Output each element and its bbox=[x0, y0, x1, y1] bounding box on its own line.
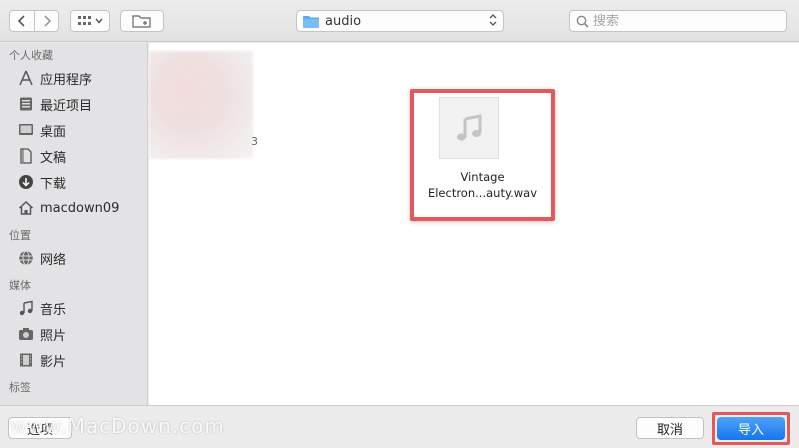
sidebar-item-label: macdown09 bbox=[40, 200, 120, 216]
view-options-button[interactable] bbox=[70, 10, 110, 32]
sidebar-item-desktop[interactable]: 桌面 bbox=[0, 117, 147, 143]
photos-icon bbox=[17, 325, 35, 343]
folder-icon bbox=[303, 15, 319, 28]
network-icon bbox=[17, 249, 35, 267]
blurred-file-label: 3 bbox=[251, 135, 258, 148]
location-popup[interactable]: audio bbox=[296, 10, 504, 32]
sidebar-section-tags: 标签 bbox=[9, 381, 31, 394]
grid-view-icon bbox=[77, 16, 91, 25]
search-input[interactable] bbox=[593, 13, 773, 29]
sidebar-item-label: 网络 bbox=[40, 252, 67, 268]
search-icon bbox=[576, 15, 589, 28]
sidebar: 个人收藏 应用程序 最近项目 桌面 文稿 下载 macdown09 位置 网络 … bbox=[0, 43, 148, 405]
sidebar-item-documents[interactable]: 文稿 bbox=[0, 143, 147, 169]
selected-file-item[interactable]: Vintage Electron...auty.wav bbox=[410, 89, 555, 221]
back-button[interactable] bbox=[10, 11, 34, 31]
sidebar-item-recents[interactable]: 最近项目 bbox=[0, 91, 147, 117]
sidebar-item-home[interactable]: macdown09 bbox=[0, 195, 147, 221]
updown-chevron-icon bbox=[489, 13, 497, 29]
applications-icon bbox=[17, 69, 35, 87]
new-folder-icon bbox=[132, 15, 151, 28]
cancel-button[interactable]: 取消 bbox=[636, 417, 704, 439]
chevron-left-icon bbox=[17, 15, 25, 27]
nav-buttons bbox=[9, 10, 59, 32]
blurred-file-thumbnail[interactable] bbox=[149, 51, 253, 159]
new-folder-button[interactable] bbox=[120, 10, 164, 32]
movies-icon bbox=[17, 351, 35, 369]
chevron-down-icon bbox=[94, 18, 103, 24]
sidebar-section-favorites: 个人收藏 bbox=[9, 49, 53, 62]
music-icon bbox=[17, 299, 35, 317]
location-label: audio bbox=[325, 13, 362, 29]
search-field[interactable] bbox=[569, 10, 787, 32]
downloads-icon bbox=[17, 173, 35, 191]
import-button[interactable]: 导入 bbox=[717, 417, 785, 440]
documents-icon bbox=[17, 147, 35, 165]
forward-button[interactable] bbox=[34, 11, 58, 31]
sidebar-item-music[interactable]: 音乐 bbox=[0, 295, 147, 321]
sidebar-item-photos[interactable]: 照片 bbox=[0, 321, 147, 347]
sidebar-item-label: 最近项目 bbox=[40, 98, 93, 114]
sidebar-item-label: 下载 bbox=[40, 176, 67, 192]
sidebar-item-network[interactable]: 网络 bbox=[0, 245, 147, 271]
sidebar-item-label: 文稿 bbox=[40, 150, 67, 166]
sidebar-item-label: 影片 bbox=[40, 354, 67, 370]
sidebar-item-label: 照片 bbox=[40, 328, 67, 344]
sidebar-item-movies[interactable]: 影片 bbox=[0, 347, 147, 373]
watermark: www.MacDown.com bbox=[10, 414, 225, 438]
sidebar-item-applications[interactable]: 应用程序 bbox=[0, 65, 147, 91]
file-name-line2: Electron...auty.wav bbox=[427, 186, 538, 200]
import-highlight: 导入 bbox=[712, 412, 790, 445]
recents-icon bbox=[17, 95, 35, 113]
home-icon bbox=[17, 199, 35, 217]
sidebar-section-locations: 位置 bbox=[9, 229, 31, 242]
file-name-line1: Vintage bbox=[460, 170, 505, 184]
sidebar-item-downloads[interactable]: 下载 bbox=[0, 169, 147, 195]
desktop-icon bbox=[17, 121, 35, 139]
sidebar-item-label: 应用程序 bbox=[40, 72, 93, 88]
file-name: Vintage Electron...auty.wav bbox=[414, 169, 551, 201]
sidebar-item-label: 桌面 bbox=[40, 124, 67, 140]
file-browser[interactable]: 3 Vintage Electron...auty.wav bbox=[149, 43, 799, 405]
sidebar-section-media: 媒体 bbox=[9, 279, 31, 292]
sidebar-item-label: 音乐 bbox=[40, 302, 67, 318]
toolbar: audio bbox=[0, 0, 799, 42]
chevron-right-icon bbox=[43, 15, 51, 27]
audio-file-icon bbox=[439, 97, 499, 159]
